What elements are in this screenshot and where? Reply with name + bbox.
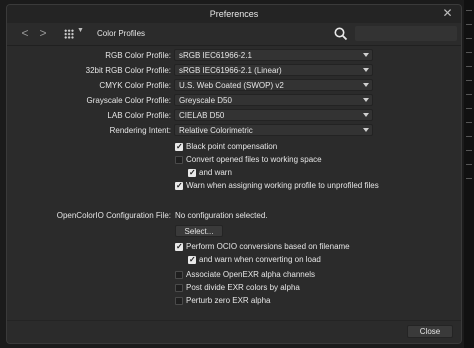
ocio-config-row: OpenColorIO Configuration File: No confi… — [7, 211, 447, 224]
option-ocio-warn[interactable]: and warn when converting on load — [188, 255, 428, 267]
close-button[interactable]: Close — [407, 325, 453, 338]
warn-assigning-label: Warn when assigning working profile to u… — [186, 181, 379, 190]
close-icon[interactable]: ✕ — [441, 7, 454, 20]
rgb32-profile-value: sRGB IEC61966-2.1 (Linear) — [179, 66, 282, 75]
search-icon[interactable] — [333, 26, 349, 42]
post-divide-exr-label: Post divide EXR colors by alpha — [186, 283, 300, 292]
post-divide-exr-checkbox[interactable] — [175, 284, 183, 292]
back-button[interactable]: < — [17, 26, 33, 41]
option-convert-opened[interactable]: Convert opened files to working space — [175, 155, 435, 167]
associate-exr-label: Associate OpenEXR alpha channels — [186, 270, 315, 279]
rendering-intent-value: Relative Colorimetric — [179, 126, 253, 135]
black-point-label: Black point compensation — [186, 142, 278, 151]
rgb-profile-select[interactable]: sRGB IEC61966-2.1 — [174, 49, 373, 61]
grid-icon — [64, 29, 74, 39]
dialog-footer: Close — [7, 320, 461, 343]
rendering-intent-select[interactable]: Relative Colorimetric — [174, 124, 373, 136]
lab-profile-select[interactable]: CIELAB D50 — [174, 109, 373, 121]
rgb32-profile-label: 32bit RGB Color Profile: — [85, 66, 171, 75]
dropdown-arrow-icon — [363, 98, 369, 102]
perturb-zero-exr-label: Perturb zero EXR alpha — [186, 296, 271, 305]
preferences-window: Preferences ✕ < > ▼ Color Profiles RGB C… — [6, 4, 462, 344]
chevron-down-icon: ▼ — [77, 27, 84, 34]
ocio-warn-label: and warn when converting on load — [199, 255, 321, 264]
profile-row-grayscale: Grayscale Color Profile: Greyscale D50 — [7, 94, 407, 107]
associate-exr-checkbox[interactable] — [175, 271, 183, 279]
warn-assigning-checkbox[interactable] — [175, 181, 183, 190]
ocio-warn-checkbox[interactable] — [188, 255, 196, 264]
ocio-filename-label: Perform OCIO conversions based on filena… — [186, 242, 350, 251]
grayscale-profile-value: Greyscale D50 — [179, 96, 232, 105]
ocio-filename-checkbox[interactable] — [175, 242, 183, 251]
dropdown-arrow-icon — [363, 128, 369, 132]
and-warn-label: and warn — [199, 168, 232, 177]
dropdown-arrow-icon — [363, 113, 369, 117]
option-and-warn[interactable]: and warn — [188, 168, 428, 180]
grayscale-profile-label: Grayscale Color Profile: — [86, 96, 171, 105]
grayscale-profile-select[interactable]: Greyscale D50 — [174, 94, 373, 106]
profile-row-lab: LAB Color Profile: CIELAB D50 — [7, 109, 407, 122]
cmyk-profile-value: U.S. Web Coated (SWOP) v2 — [179, 81, 284, 90]
profile-row-32bit-rgb: 32bit RGB Color Profile: sRGB IEC61966-2… — [7, 64, 407, 77]
chevron-right-icon: > — [39, 26, 47, 40]
option-perturb-zero-exr[interactable]: Perturb zero EXR alpha — [175, 296, 435, 308]
rgb-profile-label: RGB Color Profile: — [105, 51, 171, 60]
breadcrumb: Color Profiles — [97, 29, 146, 38]
perturb-zero-exr-checkbox[interactable] — [175, 297, 183, 305]
profile-row-cmyk: CMYK Color Profile: U.S. Web Coated (SWO… — [7, 79, 407, 92]
title-bar: Preferences ✕ — [7, 5, 461, 24]
profile-row-rendering-intent: Rendering Intent: Relative Colorimetric — [7, 124, 407, 137]
cmyk-profile-select[interactable]: U.S. Web Coated (SWOP) v2 — [174, 79, 373, 91]
convert-opened-checkbox[interactable] — [175, 156, 183, 164]
option-warn-assigning[interactable]: Warn when assigning working profile to u… — [175, 181, 445, 193]
dropdown-arrow-icon — [363, 53, 369, 57]
background-strip — [464, 0, 474, 348]
rendering-intent-label: Rendering Intent: — [109, 126, 171, 135]
lab-profile-label: LAB Color Profile: — [107, 111, 171, 120]
ocio-select-button[interactable]: Select... — [175, 225, 223, 237]
profile-row-rgb: RGB Color Profile: sRGB IEC61966-2.1 — [7, 49, 407, 62]
option-post-divide-exr[interactable]: Post divide EXR colors by alpha — [175, 283, 435, 295]
dropdown-arrow-icon — [363, 83, 369, 87]
window-title: Preferences — [209, 9, 259, 19]
chevron-left-icon: < — [21, 26, 29, 40]
option-associate-exr[interactable]: Associate OpenEXR alpha channels — [175, 270, 435, 282]
ocio-config-label: OpenColorIO Configuration File: — [56, 211, 171, 220]
search-input[interactable] — [355, 26, 457, 41]
black-point-checkbox[interactable] — [175, 142, 183, 151]
forward-button[interactable]: > — [35, 26, 51, 41]
category-menu-button[interactable]: ▼ — [61, 26, 85, 41]
and-warn-checkbox[interactable] — [188, 168, 196, 177]
rgb32-profile-select[interactable]: sRGB IEC61966-2.1 (Linear) — [174, 64, 373, 76]
ocio-config-value: No configuration selected. — [175, 211, 268, 220]
dropdown-arrow-icon — [363, 68, 369, 72]
lab-profile-value: CIELAB D50 — [179, 111, 225, 120]
convert-opened-label: Convert opened files to working space — [186, 155, 322, 164]
rgb-profile-value: sRGB IEC61966-2.1 — [179, 51, 252, 60]
option-ocio-filename[interactable]: Perform OCIO conversions based on filena… — [175, 242, 435, 254]
toolbar: < > ▼ Color Profiles — [7, 23, 461, 46]
option-black-point[interactable]: Black point compensation — [175, 142, 435, 154]
cmyk-profile-label: CMYK Color Profile: — [99, 81, 171, 90]
